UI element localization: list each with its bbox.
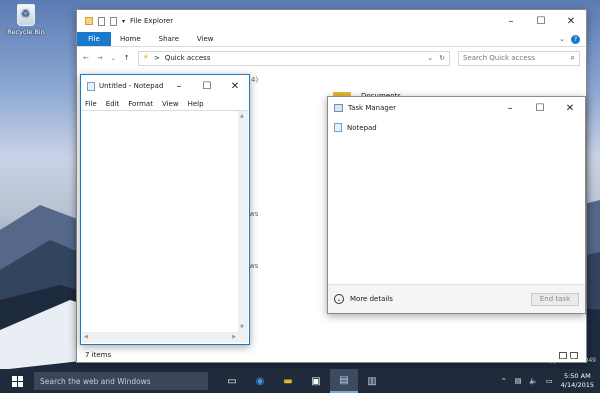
explorer-title-bar[interactable]: ▾ File Explorer – ☐ ✕	[77, 10, 586, 32]
new-folder-icon[interactable]	[110, 16, 117, 26]
customize-chevron-icon[interactable]: ▾	[122, 18, 125, 25]
address-location[interactable]: Quick access	[165, 54, 211, 62]
maximize-icon[interactable]: ☐	[525, 97, 555, 119]
search-icon[interactable]: ⌕	[571, 53, 575, 63]
up-arrow-icon[interactable]: ↑	[124, 54, 130, 62]
menu-help[interactable]: Help	[188, 100, 204, 108]
task-manager-footer: ⌄ More details End task	[328, 284, 585, 313]
chevron-down-icon[interactable]: ⌄	[334, 294, 344, 304]
notepad-icon	[87, 81, 95, 91]
task-manager-icon	[334, 104, 343, 112]
tab-view[interactable]: View	[188, 32, 223, 46]
taskbar-search[interactable]: Search the web and Windows	[34, 372, 208, 390]
scroll-left-icon[interactable]: ◀	[84, 334, 88, 340]
task-view-icon: ▭	[227, 375, 237, 387]
evaluation-watermark: Evaluation copy. Build 10049	[509, 357, 596, 365]
watermark-line: Evaluation copy. Build 10049	[509, 357, 596, 364]
notepad-window[interactable]: Untitled - Notepad – ☐ ✕ File Edit Forma…	[80, 74, 250, 345]
tab-share[interactable]: Share	[150, 32, 188, 46]
close-icon[interactable]: ✕	[221, 75, 249, 97]
notepad-title-bar[interactable]: Untitled - Notepad – ☐ ✕	[81, 75, 249, 97]
folder-icon	[85, 17, 93, 25]
row-fragment: ws	[249, 262, 259, 270]
scroll-down-icon[interactable]: ▼	[240, 324, 244, 330]
explorer-title: File Explorer	[130, 17, 174, 25]
task-manager-title: Task Manager	[348, 104, 397, 112]
properties-icon[interactable]	[98, 16, 105, 26]
horizontal-scrollbar[interactable]: ◀ ▶	[82, 332, 238, 343]
menu-view[interactable]: View	[162, 100, 179, 108]
task-manager-icon: ▥	[367, 375, 377, 387]
close-icon[interactable]: ✕	[555, 97, 585, 119]
address-bar[interactable]: ⚡ > Quick access ⌄ ↻	[137, 50, 450, 66]
recent-locations-icon[interactable]: ⌄	[111, 55, 116, 62]
notepad-title: Untitled - Notepad	[99, 82, 164, 90]
globe-icon: ◉	[255, 375, 265, 387]
refresh-icon[interactable]: ↻	[439, 54, 445, 62]
task-manager-window[interactable]: Task Manager – ☐ ✕ Notepad ⌄ More detail…	[327, 96, 586, 314]
clock[interactable]: 5:50 AM 4/14/2015	[561, 372, 594, 390]
ribbon: File Home Share View ⌄ ?	[77, 32, 586, 47]
maximize-icon[interactable]: ☐	[526, 10, 556, 32]
vertical-scrollbar[interactable]: ▲ ▼	[238, 111, 248, 332]
action-center-icon[interactable]: ▭	[546, 377, 553, 385]
folder-icon: ▬	[283, 375, 293, 387]
task-view-button[interactable]: ▭	[218, 369, 246, 393]
search-placeholder: Search Quick access	[463, 54, 535, 62]
process-name: Notepad	[347, 123, 377, 132]
store-icon: ▣	[311, 375, 321, 387]
start-icon	[11, 375, 23, 387]
notepad-icon	[334, 123, 342, 132]
end-task-button[interactable]: End task	[531, 292, 579, 306]
expand-ribbon-icon[interactable]: ⌄	[559, 35, 565, 43]
close-icon[interactable]: ✕	[556, 10, 586, 32]
maximize-icon[interactable]: ☐	[193, 75, 221, 97]
menu-edit[interactable]: Edit	[106, 100, 120, 108]
process-row[interactable]: Notepad	[328, 119, 585, 136]
menu-bar: File Edit Format View Help	[81, 97, 249, 110]
folders-header-fragment: 4)	[251, 76, 259, 84]
menu-format[interactable]: Format	[128, 100, 153, 108]
row-fragment: ws	[249, 210, 259, 218]
quick-access-icon: ⚡	[142, 53, 149, 63]
scroll-up-icon[interactable]: ▲	[240, 113, 244, 119]
taskbar-task-manager[interactable]: ▥	[358, 369, 386, 393]
clock-time: 5:50 AM	[563, 372, 591, 380]
navigation-bar: ← → ⌄ ↑ ⚡ > Quick access ⌄ ↻ Search Quic…	[77, 47, 586, 69]
item-count: 7 items	[85, 351, 112, 359]
taskbar-file-explorer[interactable]: ▬	[274, 369, 302, 393]
recycle-bin-icon	[17, 4, 35, 26]
taskbar: Search the web and Windows ▭ ◉ ▬ ▣ ▤ ▥ ⌃…	[0, 369, 600, 393]
taskbar-notepad[interactable]: ▤	[330, 369, 358, 393]
menu-file[interactable]: File	[85, 100, 97, 108]
clock-date: 4/14/2015	[560, 381, 594, 389]
back-arrow-icon[interactable]: ←	[83, 54, 89, 62]
system-tray: ⌃ ▤ 🔈 ▭ 5:50 AM 4/14/2015	[501, 369, 594, 393]
task-manager-title-bar[interactable]: Task Manager – ☐ ✕	[328, 97, 585, 119]
minimize-icon[interactable]: –	[165, 75, 193, 97]
tab-home[interactable]: Home	[111, 32, 150, 46]
more-details-link[interactable]: More details	[350, 295, 393, 303]
network-icon[interactable]: ▤	[515, 377, 522, 385]
notepad-icon: ▤	[339, 374, 349, 386]
help-icon[interactable]: ?	[571, 34, 580, 44]
minimize-icon[interactable]: –	[495, 97, 525, 119]
scroll-right-icon[interactable]: ▶	[232, 334, 236, 340]
text-editor[interactable]: ▲ ▼ ◀ ▶	[82, 110, 248, 343]
address-separator: >	[153, 54, 160, 62]
show-hidden-icons-icon[interactable]: ⌃	[501, 377, 507, 385]
search-input[interactable]: Search Quick access ⌕	[458, 50, 580, 66]
minimize-icon[interactable]: –	[496, 10, 526, 32]
start-button[interactable]	[0, 369, 34, 393]
volume-icon[interactable]: 🔈	[529, 377, 538, 385]
scrollbar-corner	[238, 332, 248, 343]
file-tab[interactable]: File	[77, 32, 111, 46]
recycle-bin[interactable]: Recycle Bin	[6, 4, 46, 36]
taskbar-store[interactable]: ▣	[302, 369, 330, 393]
address-dropdown-icon[interactable]: ⌄	[427, 54, 433, 62]
recycle-bin-label: Recycle Bin	[7, 28, 45, 36]
forward-arrow-icon[interactable]: →	[97, 54, 103, 62]
taskbar-browser[interactable]: ◉	[246, 369, 274, 393]
